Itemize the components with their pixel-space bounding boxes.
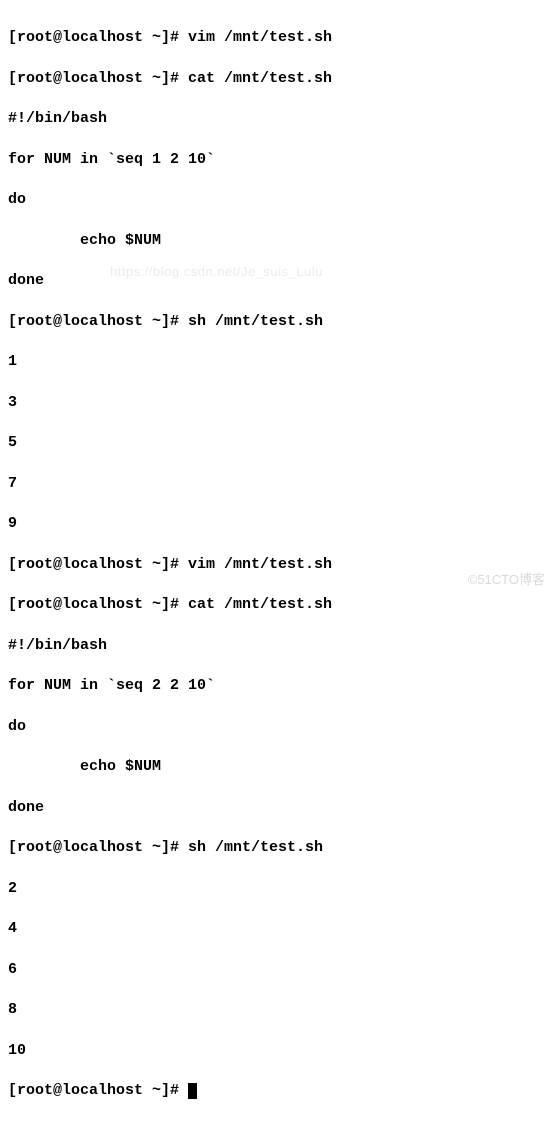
shell-prompt: [root@localhost ~]# (8, 556, 188, 573)
shell-prompt: [root@localhost ~]# (8, 70, 188, 87)
cursor-block (188, 1083, 197, 1099)
script-line: do (8, 717, 547, 737)
output-line: 4 (8, 919, 547, 939)
output-line: 3 (8, 393, 547, 413)
prompt-line: [root@localhost ~]# cat /mnt/test.sh (8, 69, 547, 89)
script-line: echo $NUM (8, 231, 547, 251)
prompt-line: [root@localhost ~]# sh /mnt/test.sh (8, 312, 547, 332)
script-line: echo $NUM (8, 757, 547, 777)
faint-watermark: https://blog.csdn.net/Je_suis_Lulu (110, 263, 323, 281)
command: vim /mnt/test.sh (188, 556, 332, 573)
shell-prompt: [root@localhost ~]# (8, 29, 188, 46)
script-line: done (8, 798, 547, 818)
terminal-output: [root@localhost ~]# vim /mnt/test.sh [ro… (8, 8, 547, 1122)
shell-prompt: [root@localhost ~]# (8, 313, 188, 330)
prompt-line: [root@localhost ~]# cat /mnt/test.sh (8, 595, 547, 615)
prompt-line: [root@localhost ~]# sh /mnt/test.sh (8, 838, 547, 858)
command: sh /mnt/test.sh (188, 313, 323, 330)
output-line: 8 (8, 1000, 547, 1020)
watermark-text: ©51CTO博客 (468, 571, 545, 589)
prompt-line: [root@localhost ~]# vim /mnt/test.sh (8, 555, 547, 575)
command: vim /mnt/test.sh (188, 29, 332, 46)
shell-prompt: [root@localhost ~]# (8, 596, 188, 613)
script-line: for NUM in `seq 2 2 10` (8, 676, 547, 696)
script-line: #!/bin/bash (8, 636, 547, 656)
command: cat /mnt/test.sh (188, 596, 332, 613)
script-line: for NUM in `seq 1 2 10` (8, 150, 547, 170)
prompt-line: [root@localhost ~]# vim /mnt/test.sh (8, 28, 547, 48)
output-line: 7 (8, 474, 547, 494)
output-line: 9 (8, 514, 547, 534)
script-line: #!/bin/bash (8, 109, 547, 129)
script-line: do (8, 190, 547, 210)
output-line: 10 (8, 1041, 547, 1061)
shell-prompt: [root@localhost ~]# (8, 839, 188, 856)
output-line: 1 (8, 352, 547, 372)
command: sh /mnt/test.sh (188, 839, 323, 856)
shell-prompt: [root@localhost ~]# (8, 1082, 188, 1099)
command: cat /mnt/test.sh (188, 70, 332, 87)
output-line: 6 (8, 960, 547, 980)
output-line: 5 (8, 433, 547, 453)
prompt-line[interactable]: [root@localhost ~]# (8, 1081, 547, 1101)
output-line: 2 (8, 879, 547, 899)
